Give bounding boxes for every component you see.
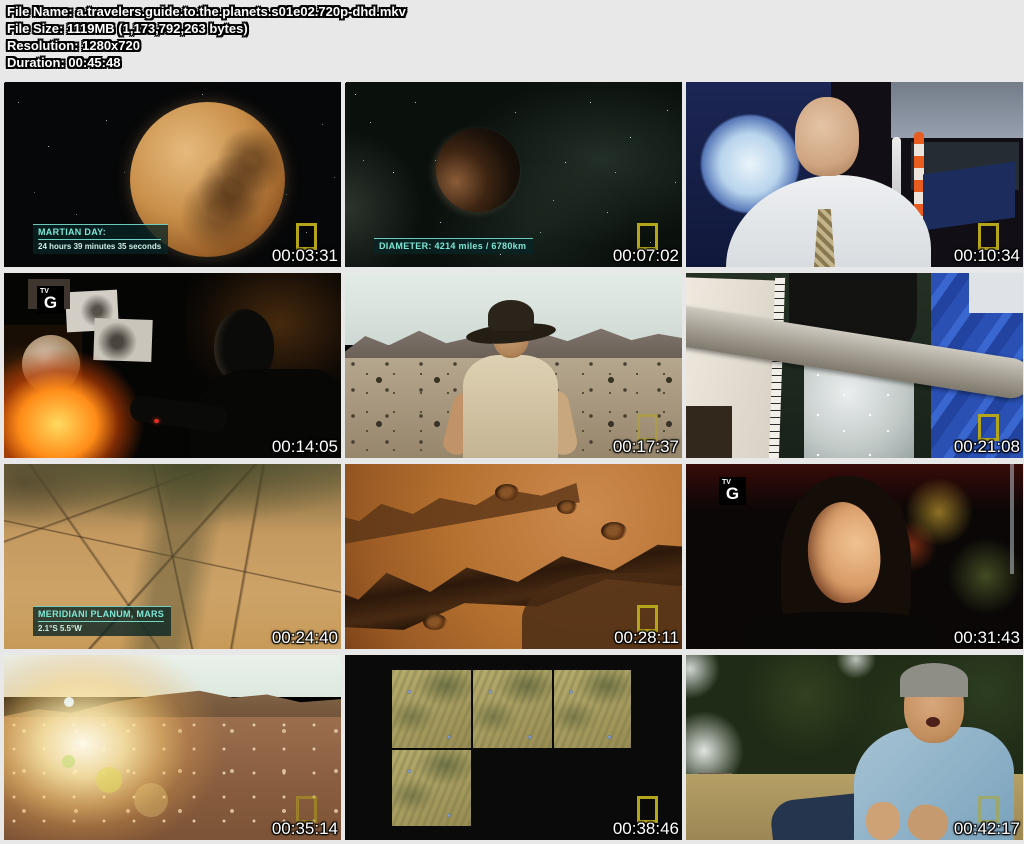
timestamp: 00:31:43 (954, 628, 1020, 648)
tv-g-rating-badge: TV G (37, 286, 64, 314)
timestamp: 00:17:37 (613, 437, 679, 457)
stars (345, 82, 346, 83)
person-shirt (463, 355, 558, 458)
satellite-image-tile (392, 670, 471, 748)
caption-subtitle: 24 hours 39 minutes 35 seconds (38, 242, 161, 251)
person-hair (900, 663, 968, 697)
crater (601, 522, 627, 540)
file-info-header: File Name: a.travelers.guide.to.the.plan… (7, 3, 406, 71)
thumbnail-ice-core-saw: 00:21:08 (686, 273, 1023, 458)
ridge (345, 464, 580, 545)
resolution-value: 1280x720 (82, 38, 140, 53)
satellite-image-tile (473, 670, 552, 748)
timestamp: 00:28:11 (614, 628, 679, 648)
person-shoulders (744, 612, 938, 649)
duration-label: Duration: (7, 55, 65, 70)
thumbnail-woman-warm-light: TV G 00:31:43 (686, 464, 1023, 649)
sun-glow (4, 655, 224, 840)
timestamp: 00:03:31 (272, 246, 338, 266)
timestamp: 00:42:17 (954, 819, 1020, 839)
duration-value: 00:45:48 (68, 55, 120, 70)
timestamp: 00:35:14 (272, 819, 338, 839)
thumbnail-grid: MARTIAN DAY: 24 hours 39 minutes 35 seco… (4, 82, 1023, 840)
timestamp: 00:24:40 (272, 628, 338, 648)
location-caption: MERIDIANI PLANUM, MARS 2.1°S 5.5°W (33, 606, 171, 636)
timestamp: 00:07:02 (613, 246, 679, 266)
outdoor-scene (686, 655, 1023, 840)
crater (557, 500, 577, 514)
sun-projection (4, 348, 144, 458)
file-size-line: File Size: 1119MB (1,173,792,263 bytes) (7, 20, 406, 37)
thumbnail-satellite-tiles: 00:38:46 (345, 655, 682, 840)
cowboy-hat-crown (488, 300, 534, 331)
thumbnail-scientist-interview: 00:10:34 (686, 82, 1023, 267)
tile-mosaic-scene (345, 655, 682, 840)
satellite-image-tile (392, 750, 471, 826)
resolution-line: Resolution: 1280x720 (7, 37, 406, 54)
thumbnail-mars-globe: MARTIAN DAY: 24 hours 39 minutes 35 seco… (4, 82, 341, 267)
sunrise-scene (4, 655, 341, 840)
file-name-label: File Name: (7, 4, 73, 19)
thumbnail-cracked-terrain: MERIDIANI PLANUM, MARS 2.1°S 5.5°W 00:24… (4, 464, 341, 649)
person-mouth (926, 717, 940, 727)
satellite-image-tile (554, 670, 631, 748)
crater (495, 484, 519, 501)
thumbnail-dark-room-projections: TV G 00:14:05 (4, 273, 341, 458)
lens-flare (134, 783, 168, 817)
rating-g-text: G (719, 484, 746, 504)
lens-flare (64, 697, 74, 707)
dirt-patch (686, 406, 732, 458)
lens-flare (96, 767, 122, 793)
crater (423, 614, 447, 630)
caption-title: DIAMETER: 4214 miles / 6780km (379, 241, 526, 251)
person-hand (866, 802, 900, 840)
timestamp: 00:10:34 (954, 246, 1020, 266)
caption-title: MARTIAN DAY: (38, 227, 161, 240)
stars (4, 82, 5, 83)
canyon-scene (345, 464, 682, 649)
timestamp: 00:38:46 (613, 819, 679, 839)
thumbnail-desert-sunrise: 00:35:14 (4, 655, 341, 840)
thumbnail-mars-crescent: DIAMETER: 4214 miles / 6780km 00:07:02 (345, 82, 682, 267)
control-room-scene (686, 82, 1023, 267)
lens-flare (62, 755, 75, 768)
timestamp: 00:21:08 (954, 437, 1020, 457)
floating-screen (93, 318, 152, 362)
info-caption: MARTIAN DAY: 24 hours 39 minutes 35 seco… (33, 224, 168, 254)
timestamp: 00:14:05 (272, 437, 338, 457)
caption-title: MERIDIANI PLANUM, MARS (38, 609, 164, 622)
resolution-label: Resolution: (7, 38, 79, 53)
thumbnail-desert-geologist: 00:17:37 (345, 273, 682, 458)
light-strip (1010, 464, 1014, 574)
thumbnail-mars-canyon-aerial: 00:28:11 (345, 464, 682, 649)
file-size-label: File Size: (7, 21, 63, 36)
mars-crescent (436, 128, 520, 212)
tv-g-rating-badge: TV G (719, 477, 746, 505)
solar-panel-model (923, 162, 1015, 231)
file-size-value: 1119MB (1,173,792,263 bytes) (67, 21, 248, 36)
ice-cutting-scene (686, 273, 1023, 458)
person-head (795, 97, 859, 176)
white-box (969, 273, 1023, 313)
rating-g-text: G (37, 293, 64, 313)
desert-scene (345, 273, 682, 458)
caption-subtitle: 2.1°S 5.5°W (38, 624, 164, 633)
file-name-line: File Name: a.travelers.guide.to.the.plan… (7, 3, 406, 20)
controller-light (154, 419, 159, 423)
info-caption: DIAMETER: 4214 miles / 6780km (374, 238, 533, 254)
duration-line: Duration: 00:45:48 (7, 54, 406, 71)
thumbnail-outdoor-interview: 00:42:17 (686, 655, 1023, 840)
monitor (891, 82, 1023, 138)
file-name-value: a.travelers.guide.to.the.planets.s01e02.… (76, 4, 405, 19)
